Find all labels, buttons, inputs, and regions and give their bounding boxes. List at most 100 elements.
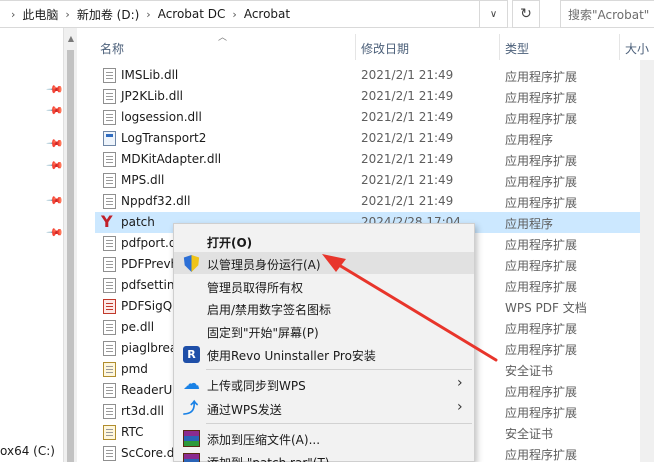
- nav-scrollbar[interactable]: ▲: [63, 28, 77, 462]
- file-row[interactable]: MPS.dll2021/2/1 21:49应用程序扩展5,0: [95, 170, 654, 191]
- file-name: RTC: [121, 425, 144, 439]
- file-row[interactable]: MDKitAdapter.dll2021/2/1 21:49应用程序扩展2: [95, 149, 654, 170]
- uac-shield-icon: [183, 255, 200, 272]
- menu-item-label: 添加到 "patch.rar"(T): [207, 454, 329, 462]
- file-type: 应用程序扩展: [505, 343, 578, 357]
- file-type: 应用程序: [505, 133, 554, 147]
- menu-item-run-as-admin[interactable]: 以管理员身份运行(A): [174, 252, 474, 274]
- pdf-file-icon: [103, 299, 116, 314]
- file-name: ScCore.d: [121, 446, 175, 460]
- chevron-right-icon[interactable]: ›: [65, 8, 69, 21]
- winrar-icon: [183, 453, 200, 462]
- file-row[interactable]: JP2KLib.dll2021/2/1 21:49应用程序扩展1,0: [95, 86, 654, 107]
- chevron-right-icon[interactable]: ›: [146, 8, 150, 21]
- chevron-right-icon: ›: [457, 399, 463, 415]
- file-name: MDKitAdapter.dll: [121, 152, 222, 166]
- scroll-up-icon[interactable]: ▲: [64, 34, 78, 43]
- file-date: 2021/2/1 21:49: [361, 68, 454, 82]
- dll-file-icon: [103, 236, 116, 251]
- menu-item-label: 管理员取得所有权: [207, 281, 304, 295]
- application-icon: [103, 131, 116, 146]
- file-type: 安全证书: [505, 427, 554, 441]
- pin-icon: 📌: [45, 191, 65, 210]
- column-header-size[interactable]: 大小: [625, 40, 649, 56]
- file-type: 应用程序扩展: [505, 154, 578, 168]
- menu-item-upload-wps[interactable]: ☁ 上传或同步到WPS ›: [174, 373, 474, 395]
- file-row[interactable]: logsession.dll2021/2/1 21:49应用程序扩展1,6: [95, 107, 654, 128]
- nav-scrollbar-thumb[interactable]: [67, 50, 74, 462]
- file-name: patch: [121, 215, 155, 229]
- column-divider[interactable]: [619, 34, 620, 60]
- file-type: 应用程序扩展: [505, 280, 578, 294]
- breadcrumb-this-pc[interactable]: 此电脑: [22, 6, 58, 23]
- menu-separator: [206, 369, 472, 370]
- context-menu: 打开(O) 以管理员身份运行(A) 管理员取得所有权 启用/禁用数字签名图标 固…: [173, 223, 475, 462]
- address-bar[interactable]: › 此电脑 › 新加卷 (D:) › Acrobat DC › Acrobat: [0, 0, 480, 28]
- file-type: 应用程序扩展: [505, 196, 578, 210]
- dll-file-icon: [103, 341, 116, 356]
- menu-item-toggle-signature[interactable]: 启用/禁用数字签名图标: [174, 297, 474, 319]
- dll-file-icon: [103, 152, 116, 167]
- dll-file-icon: [103, 173, 116, 188]
- address-bar-row: › 此电脑 › 新加卷 (D:) › Acrobat DC › Acrobat …: [0, 0, 654, 28]
- file-name: PDFPrevh: [121, 257, 179, 271]
- refresh-button[interactable]: ↻: [512, 0, 540, 28]
- file-name: LogTransport2: [121, 131, 207, 145]
- file-type: 应用程序扩展: [505, 322, 578, 336]
- menu-item-pin-start[interactable]: 固定到"开始"屏幕(P): [174, 320, 474, 342]
- file-date: 2021/2/1 21:49: [361, 89, 454, 103]
- cloud-icon: ☁: [183, 374, 200, 394]
- column-header-date[interactable]: 修改日期: [361, 40, 409, 56]
- menu-item-label: 固定到"开始"屏幕(P): [207, 326, 319, 340]
- file-type: 应用程序扩展: [505, 385, 578, 399]
- menu-item-send-wps[interactable]: ⤴ 通过WPS发送 ›: [174, 397, 474, 419]
- chevron-down-icon: ∨: [489, 8, 498, 20]
- file-list-scrollbar[interactable]: [640, 60, 654, 462]
- file-name: pdfsettin: [121, 278, 175, 292]
- menu-item-open[interactable]: 打开(O): [174, 230, 474, 252]
- breadcrumb-drive-d[interactable]: 新加卷 (D:): [77, 6, 139, 23]
- file-row[interactable]: IMSLib.dll2021/2/1 21:49应用程序扩展2,7: [95, 65, 654, 86]
- menu-item-add-archive[interactable]: 添加到压缩文件(A)...: [174, 427, 474, 449]
- dll-file-icon: [103, 404, 116, 419]
- column-divider[interactable]: [499, 34, 500, 60]
- file-row[interactable]: LogTransport22021/2/1 21:49应用程序1,0: [95, 128, 654, 149]
- menu-item-revo-uninstaller[interactable]: R 使用Revo Uninstaller Pro安装: [174, 343, 474, 365]
- column-divider[interactable]: [355, 34, 356, 60]
- pin-icon: 📌: [45, 223, 65, 242]
- file-name: Nppdf32.dll: [121, 194, 191, 208]
- file-name: pdfport.d: [121, 236, 177, 250]
- chevron-right-icon[interactable]: ›: [232, 8, 236, 21]
- menu-item-label: 以管理员身份运行(A): [207, 258, 321, 272]
- dll-file-icon: [103, 89, 116, 104]
- menu-item-label: 使用Revo Uninstaller Pro安装: [207, 349, 376, 363]
- menu-item-take-ownership[interactable]: 管理员取得所有权: [174, 275, 474, 297]
- menu-item-label: 上传或同步到WPS: [207, 379, 306, 393]
- breadcrumb-acrobat-dc[interactable]: Acrobat DC: [158, 7, 226, 21]
- column-header-name[interactable]: 名称: [100, 40, 124, 56]
- file-date: 2021/2/1 21:49: [361, 194, 454, 208]
- file-type: WPS PDF 文档: [505, 301, 587, 315]
- file-type: 应用程序: [505, 217, 554, 231]
- file-type: 应用程序扩展: [505, 238, 578, 252]
- file-type: 应用程序扩展: [505, 259, 578, 273]
- address-history-dropdown[interactable]: ∨: [480, 0, 508, 28]
- menu-item-label: 打开(O): [207, 236, 253, 250]
- menu-item-label: 添加到压缩文件(A)...: [207, 433, 321, 447]
- search-input[interactable]: 搜索"Acrobat": [560, 0, 654, 28]
- navigation-pane: 📌 📌 📌 📌 📌 📌: [0, 28, 65, 462]
- pin-icon: 📌: [45, 80, 65, 99]
- breadcrumb-acrobat[interactable]: Acrobat: [244, 7, 290, 21]
- file-type: 应用程序扩展: [505, 175, 578, 189]
- column-header-type[interactable]: 类型: [505, 40, 529, 56]
- dll-file-icon: [103, 257, 116, 272]
- chevron-right-icon[interactable]: ›: [11, 8, 15, 21]
- menu-item-label: 通过WPS发送: [207, 403, 282, 417]
- pin-icon: 📌: [45, 156, 65, 175]
- refresh-icon: ↻: [520, 6, 532, 22]
- nav-drive-c[interactable]: ox64 (C:): [0, 444, 55, 458]
- file-row[interactable]: Nppdf32.dll2021/2/1 21:49应用程序扩展3: [95, 191, 654, 212]
- dll-file-icon: [103, 110, 116, 125]
- menu-item-add-rar[interactable]: 添加到 "patch.rar"(T): [174, 450, 474, 462]
- revo-uninstaller-icon: R: [183, 346, 200, 363]
